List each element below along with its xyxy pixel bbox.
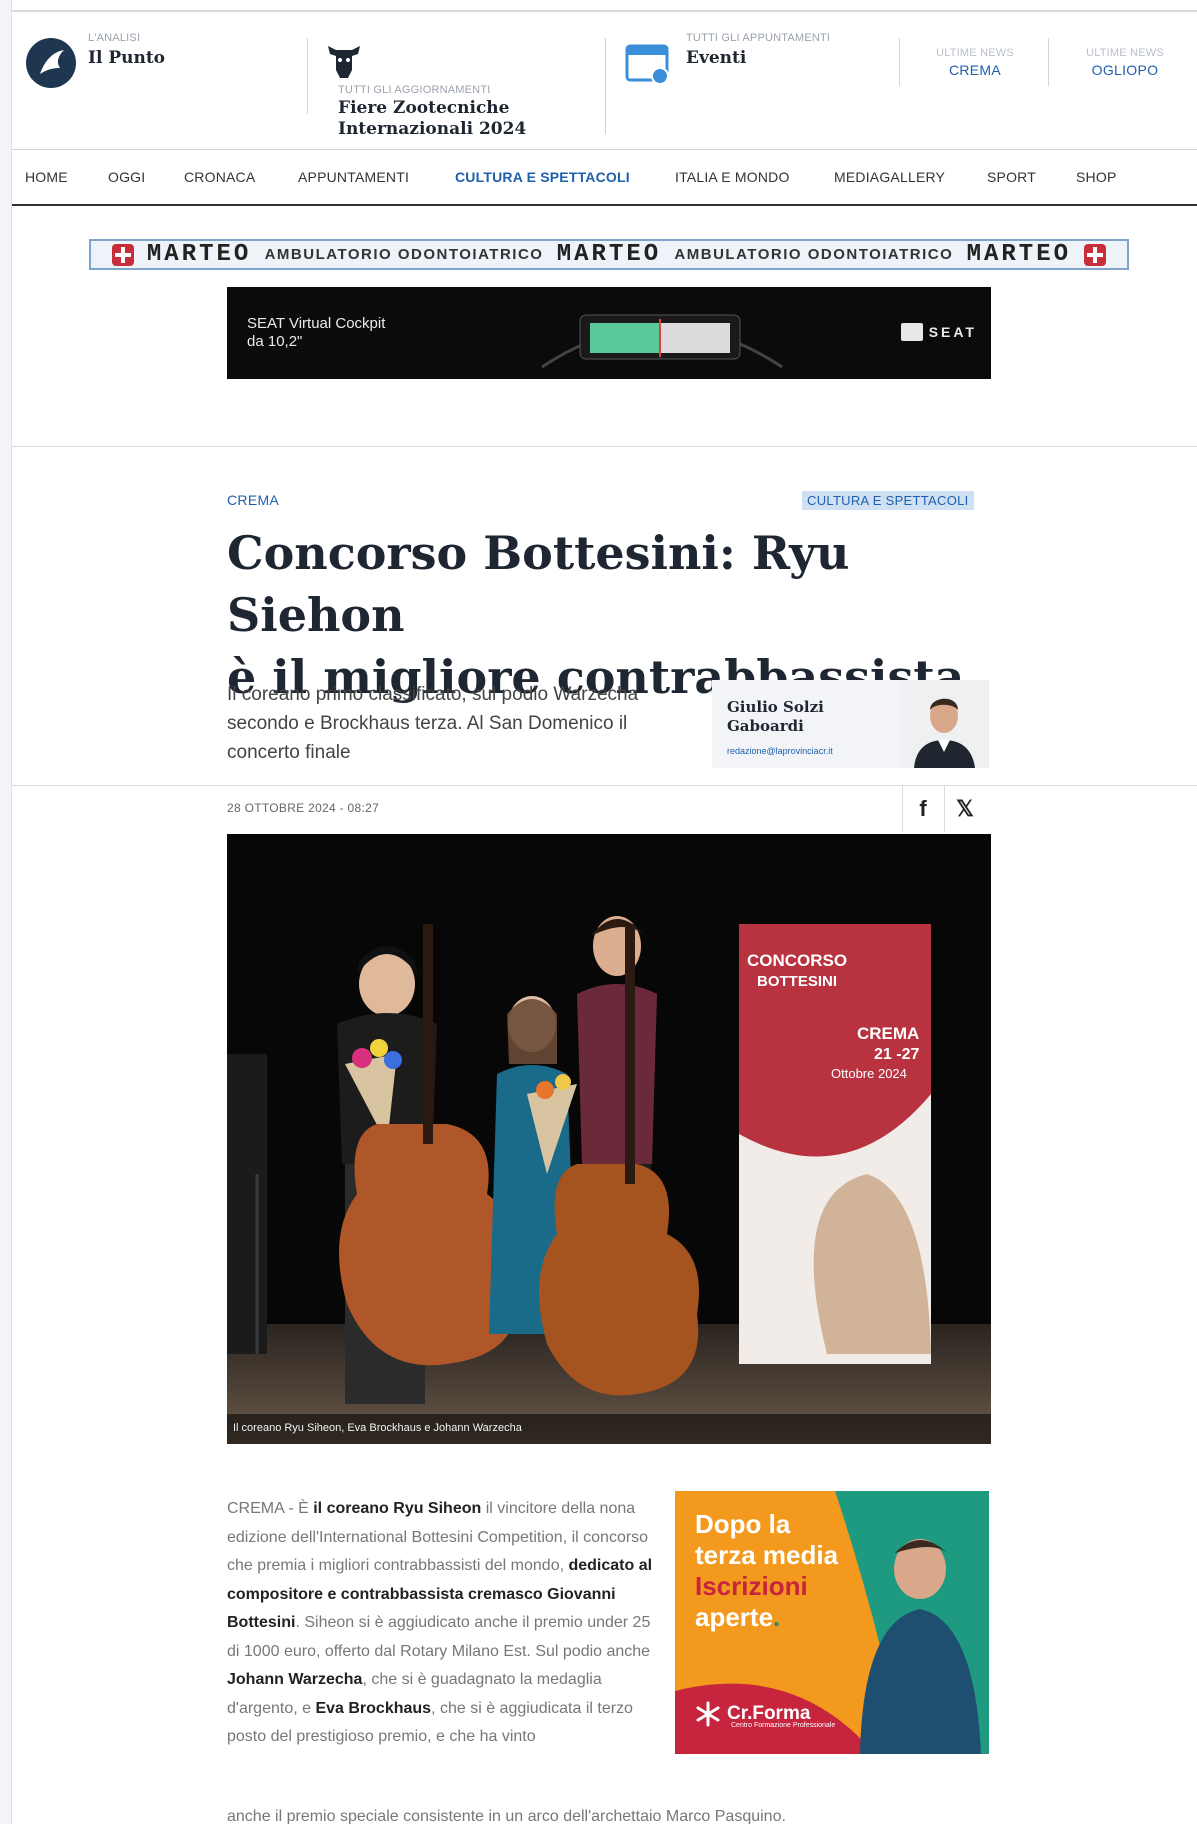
seat-brand-text: SEAT: [928, 324, 977, 340]
seat-ad-line1: SEAT Virtual Cockpit: [247, 315, 386, 332]
crforma-brand-sub: Centro Formazione Professionale: [731, 1722, 836, 1729]
divider: [899, 38, 900, 86]
ad-line2: terza media: [695, 1540, 839, 1570]
seat-ad-banner[interactable]: SEAT Virtual Cockpit da 10,2" SEAT: [227, 287, 991, 379]
author-name[interactable]: Giulio Solzi Gaboardi: [727, 698, 824, 736]
appuntamenti-title[interactable]: Eventi: [686, 48, 830, 68]
author-name-line1: Giulio Solzi: [727, 698, 824, 716]
article-subtitle: Il coreano primo classificato, sul podio…: [227, 684, 639, 763]
nav-shop[interactable]: SHOP: [1076, 169, 1116, 185]
medical-cross-icon: [111, 243, 134, 266]
section-divider: [12, 785, 1197, 786]
divider: [307, 38, 308, 114]
headline-line1: Concorso Bottesini: Ryu Siehon: [227, 526, 850, 642]
nav-italia-e-mondo[interactable]: ITALIA E MONDO: [675, 169, 790, 185]
banner-text: AMBULATORIO ODONTOIATRICO: [674, 246, 954, 263]
browser-edge: [0, 0, 12, 1824]
appuntamenti-kicker: TUTTI GLI APPUNTAMENTI: [686, 32, 831, 44]
seat-logo: SEAT: [900, 323, 977, 341]
article-photo[interactable]: CONCORSO BOTTESINI CREMA 21 -27 Ottobre …: [227, 834, 991, 1444]
banner-brand: MARTEO: [556, 241, 662, 268]
virtual-cockpit-image: [541, 314, 783, 369]
facebook-icon: f: [919, 796, 927, 821]
aggiornamenti-title-line2: Internazionali 2024: [338, 119, 527, 139]
top-strip: L'ANALISI Il Punto TUTTI GLI AGGIORNAMEN…: [12, 10, 1197, 150]
photo-banner-line1: CONCORSO: [747, 951, 847, 970]
main-nav: HOME OGGI CRONACA APPUNTAMENTI CULTURA E…: [12, 150, 1197, 206]
divider: [605, 38, 606, 134]
author-box[interactable]: Giulio Solzi Gaboardi redazione@laprovin…: [712, 680, 989, 768]
body-text: CREMA - È: [227, 1500, 314, 1517]
marteo-banner[interactable]: MARTEO AMBULATORIO ODONTOIATRICO MARTEO …: [89, 239, 1129, 270]
aggiornamenti-section[interactable]: TUTTI GLI AGGIORNAMENTI Fiere Zootecnich…: [338, 84, 526, 140]
crforma-ad-headline: Dopo la terza media Iscrizioni aperte.: [695, 1509, 838, 1633]
analisi-kicker: L'ANALISI: [88, 32, 141, 44]
seat-ad-line2: da 10,2": [247, 333, 303, 350]
ad-dot: .: [773, 1602, 781, 1632]
banner-text: AMBULATORIO ODONTOIATRICO: [264, 246, 544, 263]
aggiornamenti-title-line1: Fiere Zootecniche: [338, 98, 510, 118]
x-icon: 𝕏: [956, 796, 974, 821]
aggiornamenti-title[interactable]: Fiere Zootecniche Internazionali 2024: [338, 98, 526, 140]
cow-icon: [328, 46, 360, 78]
ad-line4: aperte: [695, 1602, 774, 1632]
article-date: 28 OTTOBRE 2024 - 08:27: [227, 801, 380, 815]
calendar-icon: [625, 44, 669, 85]
ultime-news-crema[interactable]: ULTIME NEWS CREMA: [915, 47, 1035, 78]
share-facebook-button[interactable]: f: [902, 786, 943, 832]
banner-brand: MARTEO: [146, 241, 252, 268]
photo-caption: Il coreano Ryu Siheon, Eva Brockhaus e J…: [227, 1414, 991, 1444]
nav-mediagallery[interactable]: MEDIAGALLERY: [834, 169, 945, 185]
nav-cronaca[interactable]: CRONACA: [184, 169, 255, 185]
seat-logo-icon: [900, 323, 923, 341]
nav-sport[interactable]: SPORT: [987, 169, 1036, 185]
ad-line1: Dopo la: [695, 1509, 791, 1539]
photo-banner-line2: BOTTESINI: [757, 973, 837, 990]
article-body-last-line: anche il premio speciale consistente in …: [227, 1808, 786, 1824]
il-punto-logo-icon[interactable]: [26, 38, 76, 88]
article-location-tag[interactable]: CREMA: [227, 492, 279, 508]
article-body: CREMA - È il coreano Ryu Siheon il vinci…: [227, 1495, 657, 1752]
ultime-news-ogliopo[interactable]: ULTIME NEWS OGLIOPO: [1065, 47, 1185, 78]
article-category-tag[interactable]: CULTURA E SPETTACOLI: [802, 491, 974, 510]
section-divider: [12, 446, 1197, 447]
appuntamenti-section[interactable]: TUTTI GLI APPUNTAMENTI Eventi: [686, 32, 830, 68]
banner-brand: MARTEO: [966, 241, 1071, 268]
analisi-title[interactable]: Il Punto: [88, 48, 165, 68]
ultime-news-crema-link[interactable]: CREMA: [915, 62, 1035, 78]
nav-appuntamenti[interactable]: APPUNTAMENTI: [298, 169, 409, 185]
author-name-line2: Gaboardi: [727, 717, 804, 735]
photo-banner-city: CREMA: [857, 1024, 919, 1043]
ad-line3: Iscrizioni: [695, 1571, 808, 1601]
author-avatar: [900, 680, 989, 768]
medical-cross-icon: [1084, 243, 1107, 266]
photo-banner-dates: 21 -27: [874, 1046, 919, 1063]
ultime-news-ogliopo-link[interactable]: OGLIOPO: [1065, 62, 1185, 78]
author-email[interactable]: redazione@laprovinciacr.it: [727, 746, 833, 756]
analisi-section[interactable]: L'ANALISI Il Punto: [88, 32, 165, 68]
body-bold: Johann Warzecha: [227, 1671, 363, 1688]
body-bold: Eva Brockhaus: [315, 1699, 432, 1717]
nav-oggi[interactable]: OGGI: [108, 169, 145, 185]
share-x-button[interactable]: 𝕏: [944, 786, 985, 832]
ultime-news-kicker: ULTIME NEWS: [936, 47, 1014, 59]
snowflake-icon: [696, 1701, 720, 1727]
aggiornamenti-kicker: TUTTI GLI AGGIORNAMENTI: [338, 84, 491, 96]
nav-home[interactable]: HOME: [25, 169, 68, 185]
article-photo-illustration: CONCORSO BOTTESINI CREMA 21 -27 Ottobre …: [227, 834, 991, 1444]
nav-cultura-e-spettacoli[interactable]: CULTURA E SPETTACOLI: [455, 169, 630, 185]
seat-ad-text: SEAT Virtual Cockpit da 10,2": [247, 315, 385, 351]
divider: [1048, 38, 1049, 86]
body-bold: il coreano Ryu Siheon: [313, 1500, 482, 1517]
crforma-ad[interactable]: Dopo la terza media Iscrizioni aperte. C…: [675, 1491, 989, 1754]
photo-banner-month: Ottobre 2024: [831, 1066, 907, 1081]
ultime-news-kicker: ULTIME NEWS: [1086, 47, 1164, 59]
